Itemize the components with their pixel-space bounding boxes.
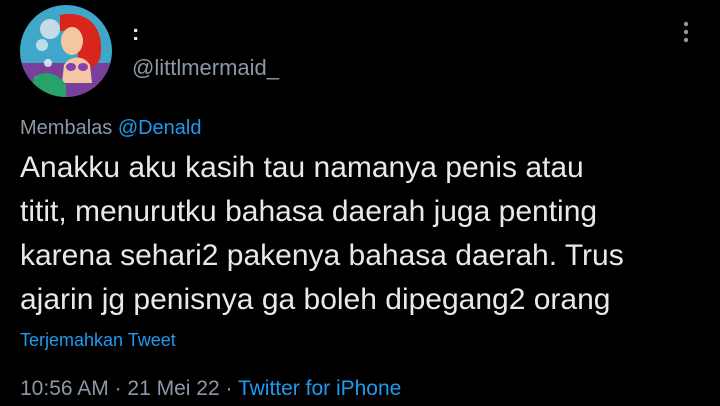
tweet-date[interactable]: 21 Mei 22: [127, 377, 219, 400]
avatar[interactable]: [20, 5, 112, 97]
more-vertical-icon: [683, 21, 689, 43]
replying-to: Membalas @Denald: [20, 117, 202, 139]
tweet-text: Anakku aku kasih tau namanya penis atau …: [20, 151, 624, 316]
translate-tweet-link[interactable]: Terjemahkan Tweet: [20, 329, 176, 351]
profile-avatar-mermaid-icon: [20, 5, 112, 97]
username[interactable]: @littlmermaid_: [132, 54, 279, 82]
more-options-button[interactable]: [672, 18, 700, 46]
display-name[interactable]: :: [132, 20, 139, 46]
reply-mention-link[interactable]: @Denald: [118, 117, 202, 139]
tweet-source-link[interactable]: Twitter for iPhone: [238, 377, 401, 400]
meta-separator: ·: [219, 377, 238, 400]
tweet-time[interactable]: 10:56 AM: [20, 377, 109, 400]
replying-to-label: Membalas: [20, 117, 118, 139]
tweet-metadata: 10:56 AM · 21 Mei 22 · Twitter for iPhon…: [20, 376, 401, 402]
meta-separator: ·: [108, 377, 128, 400]
